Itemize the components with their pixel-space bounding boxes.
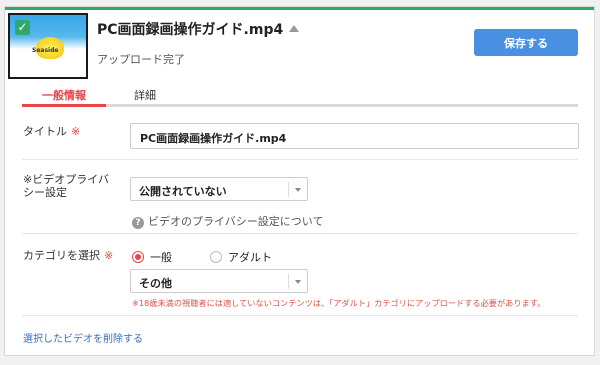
tab-general-info[interactable]: 一般情報 (22, 87, 106, 107)
tab-bar: 一般情報 詳細 (22, 85, 578, 107)
select-separator (288, 182, 289, 197)
progress-bar (5, 7, 594, 10)
required-mark: ※ (71, 125, 81, 138)
help-icon: ? (132, 217, 144, 229)
required-mark: ※ (104, 249, 114, 262)
divider (22, 315, 578, 316)
divider (22, 233, 578, 234)
chevron-down-icon (295, 188, 301, 192)
privacy-select-value: 公開されていない (139, 185, 227, 198)
video-title-header[interactable]: PC画面録画操作ガイド.mp4 (97, 19, 300, 39)
video-thumbnail[interactable]: Seaside ✓ (8, 13, 88, 79)
delete-video-link[interactable]: 選択したビデオを削除する (23, 330, 143, 345)
category-select[interactable]: その他 (130, 269, 308, 293)
divider (22, 159, 578, 160)
category-label-text: カテゴリを選択 (23, 249, 100, 262)
title-label: タイトル ※ (23, 125, 80, 138)
radio-general-label: 一般 (150, 251, 172, 264)
privacy-select[interactable]: 公開されていない (130, 177, 308, 201)
thumbnail-logo: Seaside (32, 47, 59, 54)
category-label: カテゴリを選択 ※ (23, 249, 113, 262)
radio-adult[interactable]: アダルト (210, 249, 272, 265)
radio-unselected-icon[interactable] (210, 251, 222, 263)
category-select-value: その他 (139, 277, 172, 290)
upload-status: アップロード完了 (97, 53, 185, 66)
video-filename: PC画面録画操作ガイド.mp4 (97, 22, 284, 38)
privacy-label: ※ビデオプライバ シー設定 (23, 173, 109, 199)
adult-content-warning: ※18歳未満の視聴者には適していないコンテンツは、「アダルト」カテゴリにアップロ… (132, 298, 546, 308)
radio-selected-icon[interactable] (132, 251, 144, 263)
video-edit-card: Seaside ✓ PC画面録画操作ガイド.mp4 アップロード完了 保存する … (4, 6, 595, 356)
save-button[interactable]: 保存する (474, 29, 578, 56)
collapse-caret-icon[interactable] (289, 25, 300, 32)
radio-adult-label: アダルト (228, 251, 272, 264)
privacy-label-line1: ※ビデオプライバ (23, 173, 109, 186)
title-label-text: タイトル (23, 125, 67, 138)
privacy-label-line2: シー設定 (23, 186, 67, 199)
title-input[interactable]: PC画面録画操作ガイド.mp4 (130, 123, 579, 149)
privacy-help-text: ビデオのプライバシー設定について (148, 215, 324, 228)
chevron-down-icon (295, 280, 301, 284)
tab-details[interactable]: 詳細 (134, 87, 156, 103)
select-separator (288, 274, 289, 289)
radio-general[interactable]: 一般 (132, 249, 172, 265)
privacy-help-link[interactable]: ? ビデオのプライバシー設定について (132, 213, 323, 229)
checkbox-checked-icon[interactable]: ✓ (15, 20, 30, 35)
